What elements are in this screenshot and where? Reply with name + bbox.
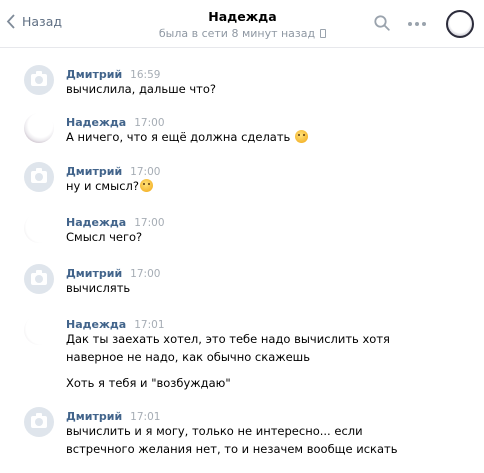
mobile-icon: [320, 29, 327, 38]
more-dot-icon: [415, 22, 419, 26]
avatar[interactable]: [24, 65, 54, 95]
chat-header: Назад Надежда была в сети 8 минут назад: [0, 0, 484, 48]
chevron-left-icon: [6, 14, 15, 29]
chat-avatar[interactable]: [446, 10, 474, 38]
search-icon: [374, 15, 390, 31]
message-line: Смысл чего?: [66, 230, 143, 244]
message-text: Дак ты заехать хотел, это тебе надо вычи…: [66, 330, 426, 392]
message-line: вычислила, дальше что?: [66, 82, 216, 96]
thinking-face-icon: [139, 179, 153, 192]
message-text: ну и смысл?: [66, 177, 426, 195]
avatar[interactable]: [24, 162, 54, 192]
message-text: вычислила, дальше что?: [66, 80, 426, 98]
message-text: А ничего, что я ещё должна сделать: [66, 128, 426, 146]
camera-icon: [31, 413, 47, 428]
more-dot-icon: [422, 22, 426, 26]
avatar[interactable]: [24, 264, 54, 294]
back-label: Назад: [22, 14, 63, 29]
message-line: Хоть я тебя и "возбуждаю": [66, 376, 231, 390]
chat-title: Надежда: [208, 9, 277, 24]
avatar[interactable]: [24, 315, 54, 345]
message-text: вычислить и я могу, только не интересно.…: [66, 422, 426, 458]
online-status: была в сети 8 минут назад: [150, 26, 335, 42]
message-line: А ничего, что я ещё должна сделать: [66, 130, 291, 144]
camera-icon: [31, 71, 47, 86]
message-line: ну и смысл?: [66, 179, 139, 193]
chat-title-block[interactable]: Надежда была в сети 8 минут назад: [150, 9, 335, 42]
search-button[interactable]: [374, 15, 390, 35]
more-actions-button[interactable]: [408, 22, 426, 26]
message-text: Смысл чего?: [66, 228, 426, 246]
thinking-face-icon: [295, 130, 309, 143]
avatar[interactable]: [24, 407, 54, 437]
message-text: вычислять: [66, 279, 426, 297]
message-line: вычислять: [66, 281, 131, 295]
avatar[interactable]: [24, 113, 54, 143]
camera-icon: [31, 168, 47, 183]
message-line: Дак ты заехать хотел, это тебе надо вычи…: [66, 332, 390, 364]
camera-icon: [31, 270, 47, 285]
back-button[interactable]: Назад: [6, 14, 62, 29]
more-dot-icon: [408, 22, 412, 26]
avatar[interactable]: [24, 213, 54, 243]
online-status-text: была в сети 8 минут назад: [158, 27, 316, 40]
message-line: вычислить и я могу, только не интересно.…: [66, 424, 398, 456]
